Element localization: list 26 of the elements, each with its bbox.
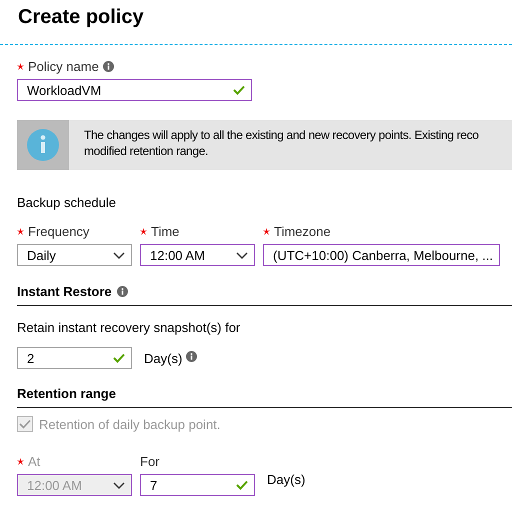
prompt-text: Retain instant recovery snapshot(s) for: [17, 320, 240, 335]
chevron-down-icon: [236, 252, 248, 258]
chevron-down-icon: [113, 252, 125, 258]
field-label: Policy name: [28, 58, 99, 74]
section-heading: Backup schedule: [17, 195, 116, 210]
page-title: Create policy: [17, 5, 145, 30]
dropdown[interactable]: (UTC+10:00) Canberra, Melbourne, ...: [263, 244, 500, 266]
field-label: Frequency: [28, 224, 90, 238]
dropdown[interactable]: Daily: [17, 244, 132, 266]
field-label: At: [28, 454, 40, 468]
notice-text: modified retention range.: [84, 143, 210, 159]
field-label: Timezone: [274, 224, 331, 238]
info-icon: [27, 129, 59, 161]
section-heading: Retention range: [17, 386, 116, 401]
text-field[interactable]: WorkloadVM: [17, 79, 252, 101]
section-heading: Instant Restore: [17, 284, 112, 299]
field-label: Time: [151, 224, 180, 238]
chevron-down-icon: [113, 482, 125, 488]
unit-label: Day(s): [144, 350, 182, 366]
field-label: For: [140, 454, 160, 468]
unit-label: Day(s): [267, 472, 306, 487]
text-field[interactable]: 2: [17, 347, 132, 369]
notice-text: The changes will apply to all the existing and new recovery points. Existing reco: [84, 127, 479, 143]
dropdown[interactable]: 12:00 AM: [140, 244, 255, 266]
text-field[interactable]: 7: [140, 474, 255, 496]
checkbox-label: Retention of daily backup point.: [39, 416, 220, 432]
